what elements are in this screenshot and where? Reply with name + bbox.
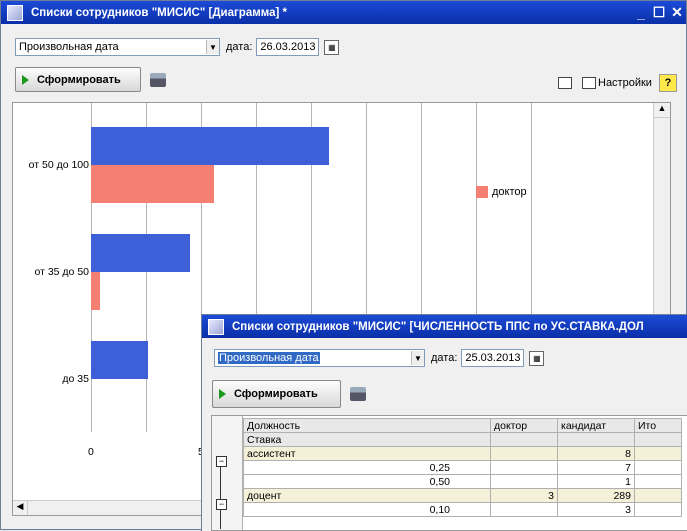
- collapse-icon[interactable]: −: [216, 499, 227, 510]
- cell-candidate: 8: [557, 446, 635, 461]
- table-view-icon[interactable]: [558, 77, 572, 89]
- settings-link[interactable]: Настройки: [598, 77, 652, 89]
- calendar-icon[interactable]: ▦: [324, 39, 340, 55]
- cell-doctor: [490, 502, 558, 517]
- date-value: 25.03.2013: [465, 352, 521, 364]
- report-window: Списки сотрудников "МИСИС" [ЧИСЛЕННОСТЬ …: [201, 314, 687, 531]
- report-table: Должность доктор кандидат Ито Ставка асс…: [243, 418, 682, 517]
- cell-total: [634, 488, 682, 503]
- date-label: дата:: [226, 41, 253, 53]
- printer-icon[interactable]: [350, 387, 366, 401]
- table-row[interactable]: 0,50 1: [243, 474, 682, 489]
- cell-label: 0,25: [243, 460, 491, 475]
- legend: доктор: [476, 186, 527, 198]
- col-header-total: Ито: [634, 418, 682, 433]
- col-header-rate: Ставка: [243, 432, 491, 447]
- col-header-position: Должность: [243, 418, 491, 433]
- action-row: Сформировать: [15, 67, 166, 92]
- tree-line: [220, 509, 221, 529]
- report-window-titlebar[interactable]: Списки сотрудников "МИСИС" [ЧИСЛЕННОСТЬ …: [202, 315, 687, 338]
- cell-label: ассистент: [243, 446, 491, 461]
- calendar-icon[interactable]: ▦: [529, 350, 545, 366]
- cell-doctor: 3: [490, 488, 558, 503]
- maximize-icon[interactable]: ☐: [650, 4, 668, 21]
- date-value: 26.03.2013: [260, 41, 316, 53]
- table-header-row: Должность доктор кандидат Ито: [243, 418, 682, 433]
- cell-doctor: [490, 460, 558, 475]
- cell-label: 0,10: [243, 502, 491, 517]
- scroll-up-icon[interactable]: ▲: [654, 103, 670, 118]
- form-button-label: Сформировать: [37, 73, 121, 86]
- action-row: Сформировать: [212, 380, 366, 408]
- bar-doctor: [91, 165, 215, 203]
- table-row[interactable]: ассистент 8: [243, 446, 682, 461]
- cell-total: [634, 474, 682, 489]
- chevron-down-icon[interactable]: ▼: [206, 40, 219, 54]
- cell-total: [634, 502, 682, 517]
- play-icon: [219, 389, 226, 399]
- settings-row: Настройки ?: [558, 74, 677, 92]
- help-icon[interactable]: ?: [658, 74, 677, 92]
- col-header-candidate: кандидат: [557, 418, 635, 433]
- category-label: от 35 до 50: [34, 266, 90, 278]
- printer-icon[interactable]: [150, 72, 166, 87]
- tree-line: [220, 466, 221, 502]
- form-button-label: Сформировать: [234, 388, 318, 400]
- date-field[interactable]: 26.03.2013: [256, 38, 320, 56]
- cell-candidate: 289: [557, 488, 635, 503]
- table-row[interactable]: 0,10 3: [243, 502, 682, 517]
- period-row: Произвольная дата ▼ дата: 26.03.2013 ▦: [15, 38, 340, 56]
- window-title: Списки сотрудников "МИСИС" [ЧИСЛЕННОСТЬ …: [232, 320, 644, 333]
- col-header-doctor: доктор: [490, 418, 558, 433]
- cell-total: [634, 460, 682, 475]
- table-subheader-row: Ставка: [243, 432, 682, 447]
- close-icon[interactable]: ✕: [668, 4, 686, 21]
- bar-series1: [91, 234, 190, 272]
- cell-doctor: [490, 446, 558, 461]
- category-label: до 35: [62, 373, 89, 385]
- date-field[interactable]: 25.03.2013: [461, 349, 525, 367]
- table-row[interactable]: 0,25 7: [243, 460, 682, 475]
- settings-icon[interactable]: [582, 77, 596, 89]
- cell-label: доцент: [243, 488, 491, 503]
- grouping-gutter: − −: [212, 416, 243, 530]
- window-title: Списки сотрудников "МИСИС" [Диаграмма] *: [31, 6, 287, 19]
- date-label: дата:: [431, 352, 458, 364]
- play-icon: [22, 74, 29, 85]
- collapse-icon[interactable]: −: [216, 456, 227, 467]
- chevron-down-icon[interactable]: ▼: [411, 351, 424, 365]
- category-label: от 50 до 100: [28, 159, 89, 171]
- cell-candidate: 7: [557, 460, 635, 475]
- period-select-value: Произвольная дата: [218, 352, 320, 364]
- cell-label: 0,50: [243, 474, 491, 489]
- chart-window-titlebar[interactable]: Списки сотрудников "МИСИС" [Диаграмма] *…: [1, 1, 686, 24]
- period-row: Произвольная дата ▼ дата: 25.03.2013 ▦: [214, 349, 545, 367]
- bar-series1: [91, 127, 329, 165]
- legend-swatch: [476, 186, 488, 198]
- legend-label: доктор: [492, 186, 527, 198]
- report-table-area: − − Должность доктор кандидат Ито Ставка…: [211, 415, 687, 531]
- cell-total: [634, 446, 682, 461]
- scroll-left-icon[interactable]: ◀: [13, 501, 28, 515]
- bar-series1: [91, 341, 149, 379]
- period-select[interactable]: Произвольная дата ▼: [214, 349, 425, 367]
- cell-candidate: 3: [557, 502, 635, 517]
- app-icon: [7, 4, 23, 21]
- cell-candidate: 1: [557, 474, 635, 489]
- minimize-icon[interactable]: _: [632, 5, 650, 21]
- form-button[interactable]: Сформировать: [212, 380, 341, 408]
- app-icon: [208, 318, 224, 335]
- period-select[interactable]: Произвольная дата ▼: [15, 38, 220, 56]
- table-row[interactable]: доцент 3 289: [243, 488, 682, 503]
- bar-doctor: [91, 272, 100, 310]
- form-button[interactable]: Сформировать: [15, 67, 141, 92]
- x-tick-label: 0: [88, 446, 94, 458]
- cell-doctor: [490, 474, 558, 489]
- period-select-value: Произвольная дата: [19, 41, 119, 53]
